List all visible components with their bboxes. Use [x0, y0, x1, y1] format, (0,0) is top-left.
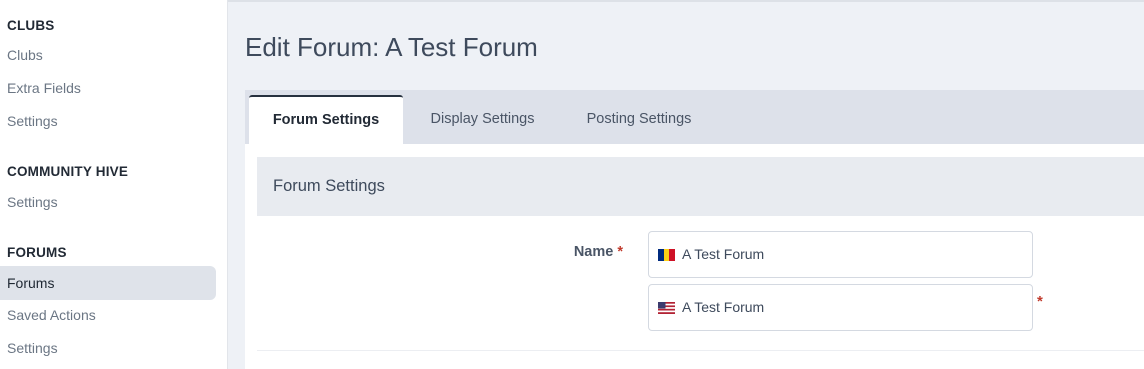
name-field-label: Name *	[574, 244, 623, 260]
name-label-text: Name	[573, 244, 614, 260]
admin-app: CLUBS Clubs Extra Fields Settings COMMUN…	[0, 0, 1144, 369]
sidebar-section-clubs: CLUBS	[7, 18, 55, 33]
required-indicator: *	[1037, 293, 1043, 310]
required-indicator: *	[617, 244, 623, 260]
name-input-romanian[interactable]: A Test Forum	[648, 231, 1033, 278]
form-panel: Forum Settings Name * A Test Forum A Tes…	[245, 144, 1144, 369]
form-section-title: Forum Settings	[273, 177, 385, 195]
name-input-value: A Test Forum	[682, 299, 765, 315]
divider	[257, 350, 1144, 351]
name-input-value: A Test Forum	[682, 246, 765, 262]
sidebar-item-forums-settings[interactable]: Settings	[0, 331, 216, 365]
us-flag-icon	[658, 302, 675, 314]
sidebar-item-extra-fields[interactable]: Extra Fields	[0, 71, 216, 105]
romania-flag-icon	[658, 249, 675, 261]
sidebar: CLUBS Clubs Extra Fields Settings COMMUN…	[0, 0, 228, 369]
main-content: Edit Forum: A Test Forum Forum Settings …	[228, 0, 1144, 369]
sidebar-item-clubs-settings[interactable]: Settings	[0, 104, 216, 138]
tab-display-settings[interactable]: Display Settings	[410, 95, 555, 144]
form-section-header: Forum Settings	[257, 157, 1144, 216]
sidebar-section-forums: FORUMS	[7, 245, 67, 260]
sidebar-item-clubs[interactable]: Clubs	[0, 38, 216, 72]
sidebar-item-forums[interactable]: Forums	[0, 266, 216, 300]
sidebar-item-saved-actions[interactable]: Saved Actions	[0, 298, 216, 332]
tab-bar: Forum Settings Display Settings Posting …	[245, 90, 1144, 144]
tab-posting-settings[interactable]: Posting Settings	[567, 95, 711, 144]
sidebar-section-community-hive: COMMUNITY HIVE	[7, 164, 129, 179]
page-title: Edit Forum: A Test Forum	[245, 32, 538, 62]
name-input-english[interactable]: A Test Forum	[648, 284, 1033, 331]
sidebar-item-community-hive-settings[interactable]: Settings	[0, 185, 216, 219]
tab-forum-settings[interactable]: Forum Settings	[249, 95, 403, 144]
